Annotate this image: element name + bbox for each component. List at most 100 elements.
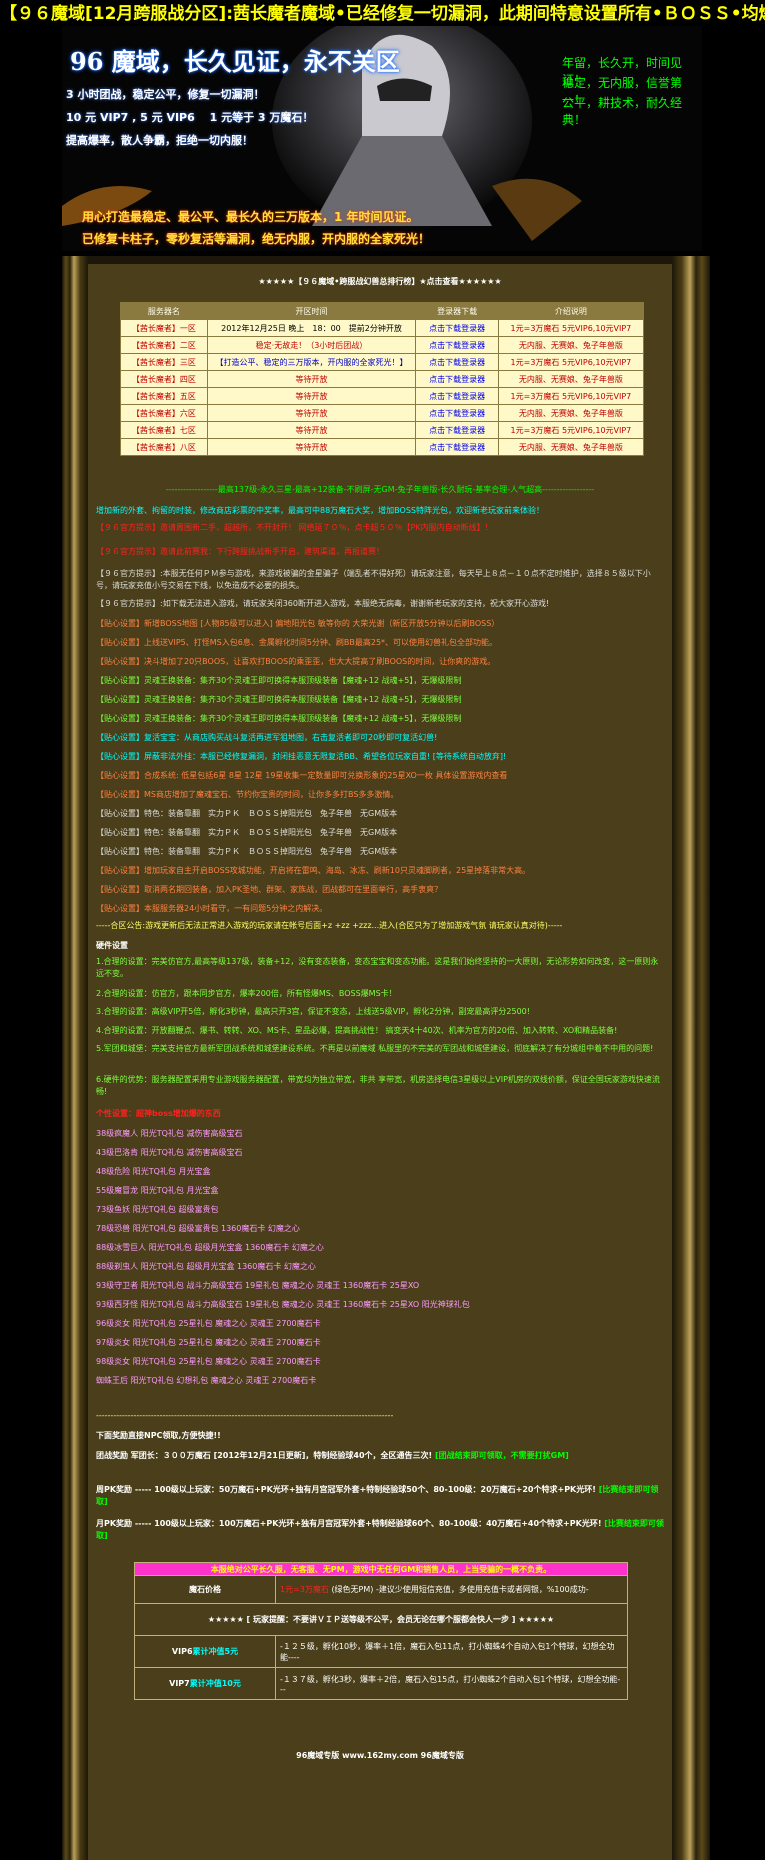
boss-item: 55级魔冒龙 阳光TQ礼包 月光宝盒 (96, 1186, 219, 1195)
server-col-intro: 介绍说明 (497, 302, 645, 320)
server-name: 【茜长魔者】二区 (120, 336, 208, 354)
server-name: 【茜长魔者】六区 (120, 404, 208, 422)
boss-item: 98级炎女 阳光TQ礼包 25星礼包 魔魂之心 灵魂王 2700魔石卡 (96, 1357, 321, 1366)
vip-table: 本服绝对公平长久服，无客服、无PM，游戏中无任何GM和销售人员，上当受骗的一概不… (134, 1562, 628, 1700)
download-link[interactable]: 点击下载登录器 (415, 353, 499, 371)
server-intro: 1元=3万魔石 5元VIP6,10元VIP7 (497, 421, 645, 439)
boss-item: 78级恐兽 阳光TQ礼包 超级富贵包 1360魔石卡 幻魔之心 (96, 1224, 300, 1233)
table-row: 【茜长魔者】八区 等待开放 点击下载登录器 无内服、无赛娘、兔子年兽版 (120, 438, 645, 456)
vip7-price: 累计冲值10元 (189, 1679, 241, 1688)
download-link[interactable]: 点击下载登录器 (415, 336, 499, 354)
download-link[interactable]: 点击下载登录器 (415, 404, 499, 422)
notice-item: 【贴心设置】决斗增加了20只BOOS，让喜欢打BOOS的乘歪歪，也大大提高了刷B… (96, 657, 496, 666)
boss-item: 73级鱼妖 阳光TQ礼包 超级富贵包 (96, 1205, 219, 1214)
divider: ----------------------------------------… (96, 1411, 394, 1420)
hardware-item: 6.硬件的优势：服务器配置采用专业游戏服务器配置，带宽均为独立带宽，非共 享带宽… (96, 1075, 660, 1096)
boss-item: 97级炎女 阳光TQ礼包 25星礼包 魔魂之心 灵魂王 2700魔石卡 (96, 1338, 321, 1347)
banner-line-2: 10 元 VIP7 , 5 元 VIP6 1 元等于 3 万魔石！ (66, 111, 314, 124)
vip-header: 本服绝对公平长久服，无客服、无PM，游戏中无任何GM和销售人员，上当受骗的一概不… (134, 1562, 628, 1576)
server-time: 稳定·无故走！（3小时后团战） (206, 336, 417, 354)
boss-item: 88级冰雪巨人 阳光TQ礼包 超级月光宝盒 1360魔石卡 幻魔之心 (96, 1243, 324, 1252)
notice-item: 【贴心设置】特色：装备靠翻 实力ＰＫ ＢＯＳＳ掉阳光包 兔子年兽 无GM版本 (96, 809, 398, 818)
notice-item: 【贴心设置】特色：装备靠翻 实力ＰＫ ＢＯＳＳ掉阳光包 兔子年兽 无GM版本 (96, 828, 398, 837)
footer: 96魔域专版 www.162my.com 96魔域专版 (296, 1751, 464, 1760)
banner-bottom-2: 已修复卡柱子，零秒复活等漏洞，绝无内服，开内服的全家死光！ (82, 232, 431, 246)
server-intro: 无内服、无赛娘、兔子年兽版 (497, 438, 645, 456)
table-row: 【茜长魔者】六区 等待开放 点击下载登录器 无内服、无赛娘、兔子年兽版 (120, 404, 645, 422)
vip7-text: -１３７级，孵化3秒，爆率＋2倍，魔石入包15点，打小蜘蛛2个自动入包1个特球，… (275, 1667, 628, 1700)
server-col-name: 服务器名 (120, 302, 208, 320)
server-time: 等待开放 (206, 421, 417, 439)
week-pk: 周PK奖励 ----- 100级以上玩家：50万魔石+PK光环+独有月宫冠军外套… (96, 1484, 664, 1508)
banner-right-3: 公平，耕技术，耐久经典！ (562, 96, 683, 127)
hardware-item: 4.合理的设置：开放翻鞭点、爆书、转转、XO、MS卡、星品必爆，提高挑战性！ 搞… (96, 1026, 618, 1035)
notice-item: 【贴心设置】新增BOSS地图 [人物85级可以进入] 偏地阳光包 敏等你的 大荣… (96, 619, 500, 628)
banner-title: 96 魔域，长久见证，永不关区 (70, 47, 400, 76)
server-time: 等待开放 (206, 387, 417, 405)
boss-item: 38级疯魔人 阳光TQ礼包 减伤害高级宝石 (96, 1129, 243, 1138)
notice-item: 【贴心设置】MS商店增加了魔魂宝石、节约你宝贵的时间，让你多多打BS多多激情。 (96, 790, 399, 799)
server-time: 等待开放 (206, 370, 417, 388)
merge-notice: -----合区公告:游戏更新后无法正常进入游戏的玩家请在帐号后面+z +zz +… (96, 921, 563, 930)
download-link[interactable]: 点击下载登录器 (415, 319, 499, 337)
server-intro: 无内服、无赛娘、兔子年兽版 (497, 336, 645, 354)
boss-item: 88级剃虫人 阳光TQ礼包 超级月光宝盒 1360魔石卡 幻魔之心 (96, 1262, 316, 1271)
download-link[interactable]: 点击下载登录器 (415, 370, 499, 388)
banner: 96 魔域，长久见证，永不关区 3 小时团战，稳定公平，修复一切漏洞！ 10 元… (62, 26, 702, 251)
server-time: 等待开放 (206, 438, 417, 456)
vip6-label-cell: VIP6累计冲值5元 (134, 1635, 276, 1668)
banner-line-3: 提高爆率，散人争霸，拒绝一切内服！ (66, 134, 253, 147)
vip-reminder: ★★★★★ [ 玩家提醒：不要讲ＶＩＰ送等级不公平，会员无论在哪个服都会快人一步… (134, 1603, 628, 1636)
vip7-label: VIP7 (169, 1679, 190, 1688)
hardware-title: 硬件设置 (96, 941, 128, 950)
notice-item: 【贴心设置】合成系统: 低星包括6星 8星 12星 19星收集一定数量即可兑换形… (96, 771, 508, 780)
month-pk: 月PK奖励 ----- 100级以上玩家：100万魔石+PK光环+独有月宫冠军外… (96, 1518, 664, 1542)
boss-item: 93级守卫者 阳光TQ礼包 战斗力高级宝石 19星礼包 魔魂之心 灵魂王 136… (96, 1281, 420, 1290)
boss-item: 43级巴洛肯 阳光TQ礼包 减伤害高级宝石 (96, 1148, 243, 1157)
notice-item: 【贴心设置】取消两名期回装备，加入PK圣地、群架、家族战，团战都可在里面举行，高… (96, 885, 443, 894)
server-intro: 1元=3万魔石 5元VIP6,10元VIP7 (497, 353, 645, 371)
team-award-text: 团战奖励 军团长：３００万魔石 [2012年12月21日更新]，特制经验球40个… (96, 1451, 433, 1460)
boss-item: 蜘蛛王后 阳光TQ礼包 幻想礼包 魔魂之心 灵魂王 2700魔石卡 (96, 1376, 317, 1385)
table-row: 【茜长魔者】四区 等待开放 点击下载登录器 无内服、无赛娘、兔子年兽版 (120, 370, 645, 388)
vip6-label: VIP6 (171, 1647, 193, 1656)
server-intro: 无内服、无赛娘、兔子年兽版 (497, 404, 645, 422)
table-row: 【茜长魔者】一区 2012年12月25日 晚上 18：00 提前2分钟开放 点击… (120, 319, 645, 337)
top-ticker: 【９６魔域[12月跨服战分区]:茜长魔者魔域•已经修复一切漏洞，此期间特意设置所… (0, 4, 765, 24)
rank-link[interactable]: ★★★★★【９６魔域•跨服战幻兽总排行榜】★点击查看★★★★★★ (96, 276, 664, 288)
notice-item: 【贴心设置】灵魂王换装备：集齐30个灵魂王即可换得本服顶级装备【魔魂+12 战魂… (96, 676, 462, 685)
download-link[interactable]: 点击下载登录器 (415, 421, 499, 439)
notice-item: 【贴心设置】本服服务器24小时看守，一有问题5分钟之内解决。 (96, 904, 328, 913)
notice-item: 【贴心设置】复活宝宝：从商店购买战斗复活再进军狙地图，右击复活者即可20秒即可复… (96, 733, 438, 742)
notice-item: 增加新的外套、拘留的时装，修改商店彩票的中奖率，最高可中88万魔石大奖，增加BO… (96, 506, 544, 515)
notice-item: 【９６官方提示】:本服无任何ＰＭ参与游戏，来游戏被骗的金星骗子（端乱者不得好死）… (96, 569, 651, 590)
server-intro: 无内服、无赛娘、兔子年兽版 (497, 370, 645, 388)
notice-item: 【贴心设置】上线送VIP5、打怪MS入包6息、金属孵化时间5分钟、刷BB最高25… (96, 638, 498, 647)
hardware-item: 1.合理的设置：完美仿官方,最高等级137级，装备+12，没有变态装备，变态宝宝… (96, 957, 659, 978)
download-link[interactable]: 点击下载登录器 (415, 387, 499, 405)
vip6-text: -１２５级，孵化10秒，爆率＋1倍，魔石入包11点，打小蜘蛛4个自动入包1个特球… (275, 1635, 628, 1668)
server-time: 2012年12月25日 晚上 18：00 提前2分钟开放 (206, 319, 417, 337)
notice-item: 【９６官方提示】邀请此前赛我：下行跨服挑战新手开启，建筑渠道，再报道赛！ (96, 547, 384, 556)
boss-item: 48级危险 阳光TQ礼包 月光宝盒 (96, 1167, 211, 1176)
table-row: 【茜长魔者】五区 等待开放 点击下载登录器 1元=3万魔石 5元VIP6,10元… (120, 387, 645, 405)
server-name: 【茜长魔者】五区 (120, 387, 208, 405)
server-intro: 1元=3万魔石 5元VIP6,10元VIP7 (497, 319, 645, 337)
banner-bottom-1: 用心打造最稳定、最公平、最长久的三万版本，1 年时间见证。 (82, 210, 419, 224)
hardware-item: 2.合理的设置：仿官方，跟本同步官方，爆率200倍，所有怪爆MS、BOSS爆MS… (96, 989, 397, 998)
notice-item: 【贴心设置】屏蔽非法外挂：本服已经修复漏洞，封闭挂恶意无限复活BB、希望各位玩家… (96, 752, 507, 761)
features-line: ------------------最高137级-永久三星-最高+12装备-不刷… (165, 485, 595, 494)
table-row: 【茜长魔者】七区 等待开放 点击下载登录器 1元=3万魔石 5元VIP6,10元… (120, 421, 645, 439)
team-award-tag: [团战结束即可领取，不需要打扰GM] (435, 1451, 569, 1460)
vip6-price: 累计冲值5元 (192, 1647, 239, 1656)
server-col-download: 登录器下载 (415, 302, 499, 320)
hardware-item: 3.合理的设置：高级VIP开5倍，孵化3秒钟，最高只开3宫，保证不变态，上线送5… (96, 1007, 530, 1016)
server-name: 【茜长魔者】一区 (120, 319, 208, 337)
vip-price-text: (绿色无PM) -建议少使用短信充值，多使用充值卡或者网银，%100成功- (331, 1585, 589, 1594)
team-award: 团战奖励 军团长：３００万魔石 [2012年12月21日更新]，特制经验球40个… (96, 1450, 664, 1462)
hardware-item: 5.军团和城堡：完美支持官方最新军团战系统和城堡建设系统。不再是以前魔域 私服里… (96, 1044, 654, 1053)
download-link[interactable]: 点击下载登录器 (415, 438, 499, 456)
server-intro: 1元=3万魔石 5元VIP6,10元VIP7 (497, 387, 645, 405)
month-pk-text: 月PK奖励 ----- 100级以上玩家：100万魔石+PK光环+独有月宫冠军外… (96, 1519, 602, 1528)
server-table: 服务器名 开区时间 登录器下载 介绍说明 【茜长魔者】一区 2012年12月25… (120, 302, 645, 456)
